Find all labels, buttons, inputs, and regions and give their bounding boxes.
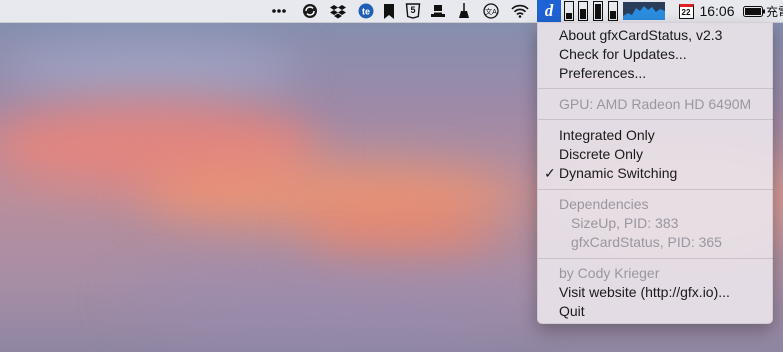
menu-item-label: Check for Updates... (559, 46, 687, 62)
cpu-icon[interactable] (607, 0, 619, 22)
gfxcardstatus-menu: About gfxCardStatus, v2.3 Check for Upda… (537, 22, 774, 324)
checkmark-icon: ✓ (544, 165, 556, 181)
te-icon[interactable]: te (356, 0, 376, 22)
memory-icon[interactable] (592, 0, 604, 22)
menu-item-quit[interactable]: Quit (538, 302, 774, 321)
dropbox-icon[interactable] (328, 0, 348, 22)
menu-item-dependency: SizeUp, PID: 383 (538, 214, 774, 233)
input-method[interactable]: 充電 (766, 0, 783, 22)
wifi-icon[interactable] (510, 0, 530, 22)
calendar-day: 22 (681, 7, 691, 17)
menu-item-dynamic-switching[interactable]: ✓ Dynamic Switching (538, 164, 774, 183)
storage-gauge-icon[interactable] (563, 0, 575, 22)
battery-icon[interactable] (742, 0, 766, 22)
menu-item-label: Preferences... (559, 65, 647, 81)
menu-item-label: Integrated Only (559, 127, 655, 143)
menu-item-label: Dynamic Switching (559, 165, 678, 181)
cpu-graph-icon[interactable] (622, 0, 666, 22)
html5-icon[interactable]: 5 (403, 0, 423, 22)
menu-item-label: About gfxCardStatus, v2.3 (559, 27, 723, 43)
menu-item-visit-website[interactable]: Visit website (http://gfx.io)... (538, 283, 774, 302)
translate-icon[interactable]: 文A (481, 0, 501, 22)
menu-separator (538, 88, 774, 89)
menu-item-label: Quit (559, 303, 585, 319)
svg-text:文A: 文A (485, 7, 497, 16)
svg-text:te: te (362, 7, 370, 17)
gfxcardstatus-icon[interactable]: d (537, 0, 561, 22)
menu-item-check-updates[interactable]: Check for Updates... (538, 45, 774, 64)
bookmark-icon[interactable] (381, 0, 397, 22)
menu-item-author: by Cody Krieger (538, 264, 774, 283)
gfxcardstatus-letter: d (544, 1, 554, 20)
html5-badge-text: 5 (410, 5, 416, 15)
more-icon[interactable] (270, 0, 288, 22)
clock-text: 16:06 (699, 3, 735, 19)
input-method-text: 充電 (766, 4, 783, 19)
menu-item-label: Visit website (http://gfx.io)... (559, 284, 730, 300)
menu-item-discrete-only[interactable]: Discrete Only (538, 145, 774, 164)
menu-bar: te 5 文A d 22 16:06 充 (0, 0, 783, 23)
clock[interactable]: 16:06 (698, 0, 736, 22)
calendar-icon[interactable]: 22 (677, 0, 695, 22)
menu-separator (538, 189, 774, 190)
menu-item-label: by Cody Krieger (559, 265, 660, 281)
menu-separator (538, 119, 774, 120)
menu-item-label: GPU: AMD Radeon HD 6490M (559, 96, 752, 112)
network-gauge-icon[interactable] (577, 0, 589, 22)
menu-item-label: Dependencies (559, 196, 649, 212)
broom-icon[interactable] (454, 0, 474, 22)
menu-item-label: SizeUp, PID: 383 (571, 215, 679, 231)
menu-item-preferences[interactable]: Preferences... (538, 64, 774, 83)
menu-item-dependency: gfxCardStatus, PID: 365 (538, 233, 774, 252)
menu-item-dependencies: Dependencies (538, 195, 774, 214)
wizard-hat-icon[interactable] (428, 0, 448, 22)
menu-item-about[interactable]: About gfxCardStatus, v2.3 (538, 26, 774, 45)
menu-item-label: gfxCardStatus, PID: 365 (571, 234, 722, 250)
menu-item-gpu: GPU: AMD Radeon HD 6490M (538, 95, 774, 114)
menu-item-label: Discrete Only (559, 146, 644, 162)
menu-separator (538, 258, 774, 259)
menu-item-integrated-only[interactable]: Integrated Only (538, 126, 774, 145)
sync-icon[interactable] (300, 0, 320, 22)
